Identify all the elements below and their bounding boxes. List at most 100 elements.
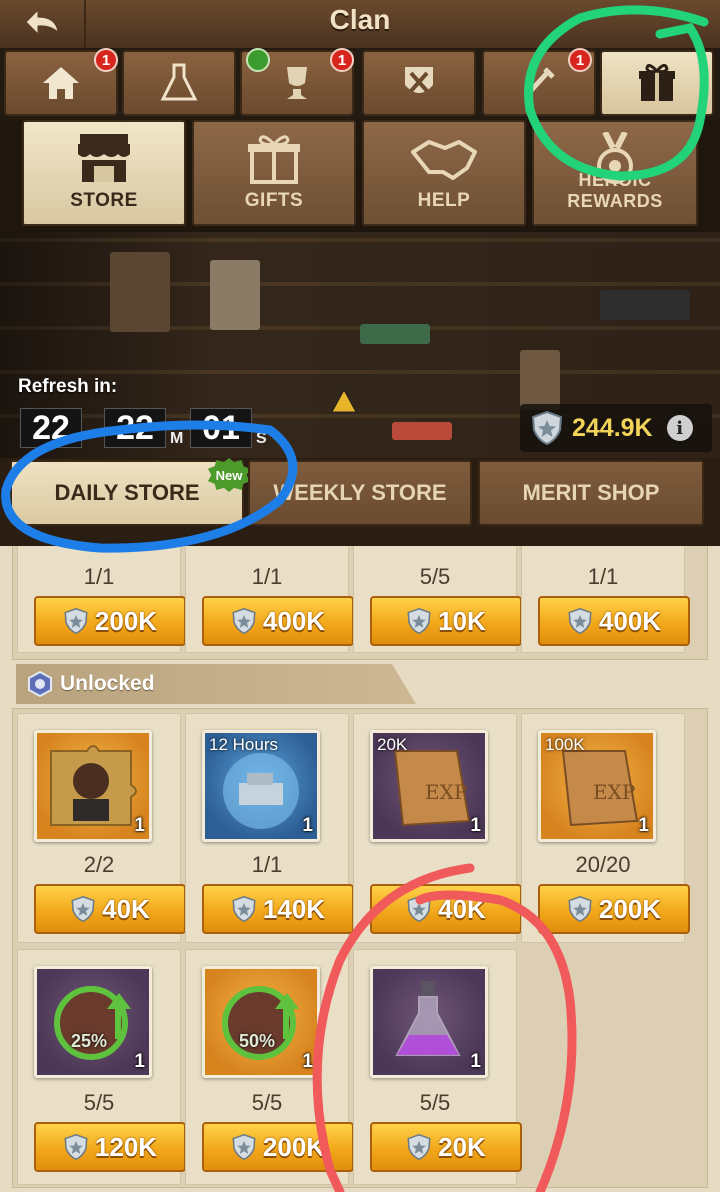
banner-decor xyxy=(110,252,170,332)
store-item[interactable]: 1 2/2 40K xyxy=(17,713,186,943)
buy-button[interactable]: 140K xyxy=(202,884,354,934)
store-item[interactable]: 1 5/5 20K xyxy=(353,949,522,1185)
shield-coin-icon xyxy=(232,1133,256,1161)
price-value: 120K xyxy=(94,1131,158,1162)
buy-button[interactable]: 200K xyxy=(538,884,690,934)
tab-wrench[interactable]: 1 xyxy=(482,48,596,116)
item-tag: 20K xyxy=(377,735,408,754)
store-item[interactable]: 1/1 400K xyxy=(185,546,354,653)
home-icon xyxy=(43,67,79,99)
timer-seconds: 01 xyxy=(190,408,252,448)
store-section-tabs: STORE GIFTS HELP HEROIC REWARDS xyxy=(0,120,720,232)
store-item[interactable]: 12 Hours 1 1/1 140K xyxy=(185,713,354,943)
timer-hours: 22 xyxy=(20,408,82,448)
potion-flask-icon xyxy=(395,981,461,1056)
item-image: 12 Hours 1 xyxy=(202,730,320,842)
store-item[interactable]: 25% 1 5/5 120K xyxy=(17,949,186,1185)
item-image: 25% 1 xyxy=(34,966,152,1078)
timer-minutes: 22 xyxy=(104,408,166,448)
currency-value: 244.9K xyxy=(572,413,653,442)
item-stock: 5/5 xyxy=(83,1090,115,1115)
shield-coin-icon xyxy=(568,895,592,923)
gift-icon xyxy=(639,64,675,101)
buy-button[interactable]: 40K xyxy=(370,884,522,934)
locked-items-panel: 1/1 200K 1/1 400K 5/5 10K 1/1 400K xyxy=(12,546,708,660)
store-item[interactable]: 1/1 200K xyxy=(17,546,186,653)
tab-research[interactable] xyxy=(122,50,236,116)
trophy-icon xyxy=(287,67,307,99)
buy-button[interactable]: 400K xyxy=(538,596,690,646)
tab-gifts-store[interactable] xyxy=(600,50,714,116)
item-quantity: 1 xyxy=(302,1051,313,1072)
svg-text:EXP: EXP xyxy=(425,780,467,804)
item-tag: 12 Hours xyxy=(209,735,278,754)
hero-puzzle-icon xyxy=(50,745,137,826)
price-value: 400K xyxy=(262,605,326,636)
shield-coin-icon xyxy=(64,607,88,635)
buy-button[interactable]: 400K xyxy=(202,596,354,646)
tab-home[interactable]: 1 xyxy=(4,48,118,116)
gift-box-icon xyxy=(248,135,300,184)
refresh-label: Refresh in: xyxy=(18,376,118,397)
tab-label: HELP xyxy=(417,190,471,211)
item-image: 1 xyxy=(370,966,488,1078)
speedup-icon xyxy=(222,986,299,1060)
item-stock: 5/5 xyxy=(419,1090,451,1115)
item-image: 50% 1 xyxy=(202,966,320,1078)
buy-button[interactable]: 10K xyxy=(370,596,522,646)
tab-trophy[interactable]: 1 xyxy=(240,48,354,116)
buy-button[interactable]: 200K xyxy=(34,596,186,646)
section-title: Unlocked xyxy=(60,672,155,695)
shield-coin-icon xyxy=(407,895,431,923)
item-image: EXP 100K 1 xyxy=(538,730,656,842)
tab-heroic-rewards[interactable]: HEROIC REWARDS xyxy=(532,120,698,226)
price-value: 40K xyxy=(438,893,486,924)
shield-coin-icon xyxy=(568,607,592,635)
price-value: 10K xyxy=(438,605,486,636)
store-item-list[interactable]: 1/1 200K 1/1 400K 5/5 10K 1/1 400K Unloc… xyxy=(0,546,720,1192)
store-item[interactable]: EXP 20K 1 40K xyxy=(353,713,522,943)
tab-tools[interactable] xyxy=(362,50,476,116)
tab-gifts[interactable]: GIFTS xyxy=(192,120,356,226)
tab-weekly-store[interactable]: WEEKLY STORE xyxy=(248,460,472,526)
item-quantity: 1 xyxy=(134,815,145,836)
buy-button[interactable]: 120K xyxy=(34,1122,186,1172)
warning-sign-icon xyxy=(331,388,357,413)
info-icon[interactable]: i xyxy=(666,415,693,441)
header-bar: Clan xyxy=(0,0,720,50)
item-tag: 25% xyxy=(71,1031,108,1051)
item-stock: 5/5 xyxy=(419,564,451,589)
notification-badge: 1 xyxy=(568,48,592,72)
item-quantity: 1 xyxy=(470,815,481,836)
store-item[interactable]: 1/1 400K xyxy=(521,546,690,653)
store-item[interactable]: 5/5 10K xyxy=(353,546,522,653)
tab-help[interactable]: HELP xyxy=(362,120,526,226)
tab-store[interactable]: STORE xyxy=(22,120,186,226)
tab-label: GIFTS xyxy=(244,190,304,211)
shield-coin-icon xyxy=(232,895,256,923)
item-image: 1 xyxy=(34,730,152,842)
buy-button[interactable]: 40K xyxy=(34,884,186,934)
store-item[interactable]: 50% 1 5/5 200K xyxy=(185,949,354,1185)
price-value: 140K xyxy=(262,893,326,924)
buy-button[interactable]: 200K xyxy=(202,1122,354,1172)
item-quantity: 1 xyxy=(470,1051,481,1072)
shield-coin-icon xyxy=(407,607,431,635)
item-stock: 1/1 xyxy=(251,564,283,589)
store-banner: Refresh in: 22 22 M 01 S 244.9K i xyxy=(0,232,720,458)
store-item[interactable]: EXP 100K 1 20/20 200K xyxy=(521,713,690,943)
tab-merit-shop[interactable]: MERIT SHOP xyxy=(478,460,704,526)
item-stock: 5/5 xyxy=(251,1090,283,1115)
timer-seconds-unit: S xyxy=(256,430,267,447)
tools-icon xyxy=(405,67,433,93)
item-quantity: 1 xyxy=(302,815,313,836)
notification-badge: 1 xyxy=(94,48,118,72)
handshake-icon xyxy=(411,140,477,180)
banner-decor xyxy=(600,290,690,320)
store-icon xyxy=(78,134,130,182)
wrench-icon xyxy=(525,67,555,97)
tab-label: STORE xyxy=(70,190,138,211)
page-title: Clan xyxy=(329,4,391,35)
price-value: 40K xyxy=(102,893,150,924)
buy-button[interactable]: 20K xyxy=(370,1122,522,1172)
